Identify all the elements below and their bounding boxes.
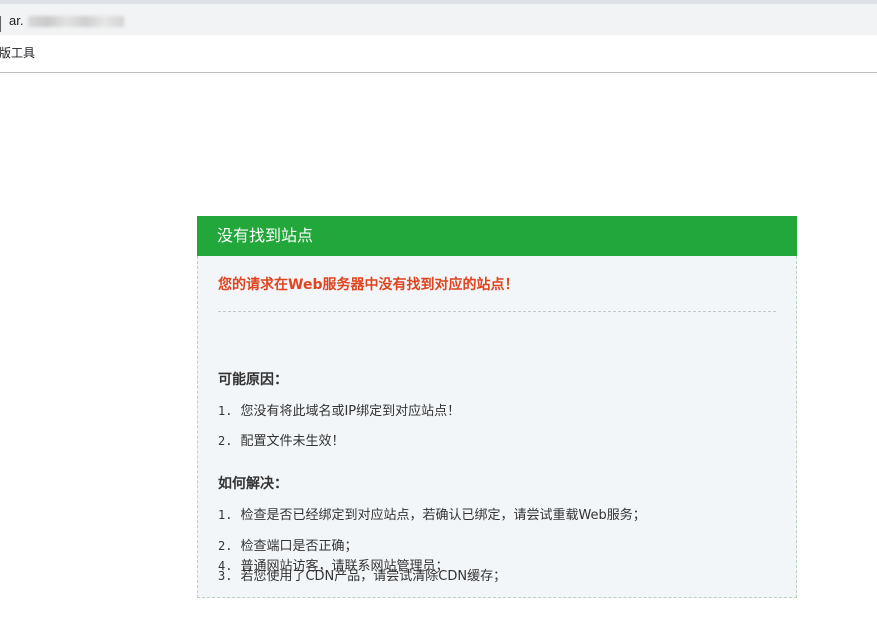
reasons-title: 可能原因：	[218, 372, 288, 388]
address-bar[interactable]: ar.	[0, 4, 877, 35]
solution-number: 4.	[218, 559, 233, 573]
browser-chrome: ar. 版工具	[0, 0, 877, 73]
panel-body: 您的请求在Web服务器中没有找到对应的站点！ 可能原因： 1. 您没有将此域名或I…	[197, 256, 797, 598]
divider	[218, 311, 776, 312]
panel-title: 没有找到站点	[197, 216, 797, 256]
solution-number: 1.	[218, 508, 233, 522]
error-message: 您的请求在Web服务器中没有找到对应的站点！	[218, 277, 519, 293]
bookmarks-bar: 版工具	[0, 35, 877, 71]
reason-item: 2. 配置文件未生效！	[218, 432, 344, 451]
reason-item: 1. 您没有将此域名或IP绑定到对应站点！	[218, 402, 460, 421]
address-divider	[0, 16, 1, 32]
url-text[interactable]: ar.	[9, 13, 23, 29]
solution-item: 4. 普通网站访客，请联系网站管理员；	[218, 557, 448, 576]
solution-item: 2. 检查端口是否正确；	[218, 537, 357, 556]
solution-text: 检查端口是否正确；	[240, 539, 358, 554]
reason-text: 配置文件未生效！	[240, 434, 345, 449]
error-panel: 没有找到站点 您的请求在Web服务器中没有找到对应的站点！ 可能原因： 1. 您没…	[197, 216, 797, 598]
solution-item: 1. 检查是否已经绑定到对应站点，若确认已绑定，请尝试重载Web服务；	[218, 506, 646, 525]
reason-number: 2.	[218, 434, 233, 448]
solution-number: 2.	[218, 539, 233, 553]
solution-text: 检查是否已经绑定到对应站点，若确认已绑定，请尝试重载Web服务；	[240, 508, 646, 523]
bookmark-item[interactable]: 版工具	[0, 45, 35, 61]
solutions-title: 如何解决：	[218, 476, 288, 492]
url-redacted-blur	[28, 16, 124, 27]
solution-text: 普通网站访客，请联系网站管理员；	[240, 559, 449, 574]
reason-text: 您没有将此域名或IP绑定到对应站点！	[240, 404, 461, 419]
reason-number: 1.	[218, 404, 233, 418]
